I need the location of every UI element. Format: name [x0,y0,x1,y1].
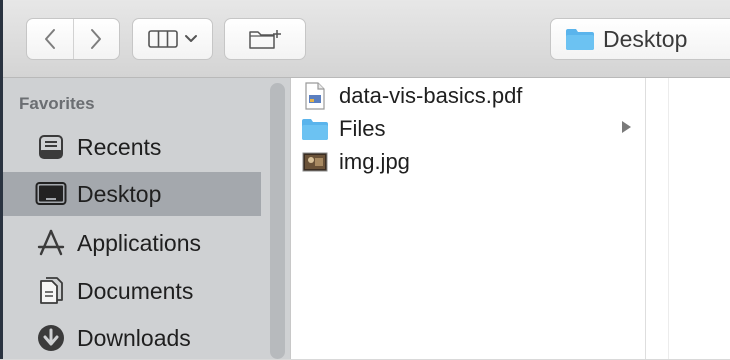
file-row-image[interactable]: img.jpg [301,145,641,178]
sidebar-item-label: Applications [77,229,202,256]
folder-icon [301,115,329,143]
sidebar-section-heading: Favorites [19,94,95,113]
sidebar-item-label: Recents [77,133,162,160]
sidebar-item-applications[interactable]: Applications [3,221,261,265]
back-button[interactable] [27,19,73,59]
column-view-icon [147,30,178,48]
pdf-file-icon [301,81,329,110]
file-name: Files [339,115,386,141]
documents-icon [35,275,67,307]
file-row-folder[interactable]: Files [301,112,641,145]
chevron-down-icon [184,35,197,42]
sidebar-item-documents[interactable]: Documents [3,269,261,313]
image-file-icon [301,148,329,176]
path-popup-button[interactable]: Desktop [550,18,730,60]
view-options-button[interactable] [132,18,213,60]
back-forward-group [26,18,120,60]
disclosure-arrow-icon [622,121,631,133]
sidebar: Favorites Recents Desktop Applications D… [3,78,290,359]
column-divider [668,78,669,359]
finder-toolbar: Desktop [3,0,730,78]
file-name: img.jpg [339,148,410,174]
sidebar-item-label: Desktop [77,180,162,207]
file-column: data-vis-basics.pdf Files img.jpg [290,78,645,359]
file-row-pdf[interactable]: data-vis-basics.pdf [301,79,641,112]
sidebar-item-recents[interactable]: Recents [3,125,261,169]
sidebar-item-downloads[interactable]: Downloads [3,316,261,360]
forward-button[interactable] [72,19,120,59]
new-folder-icon [249,30,281,49]
chevron-left-icon [44,29,55,49]
applications-icon [35,227,67,259]
next-column [645,78,730,359]
new-folder-button[interactable] [224,18,306,60]
desktop-icon [35,178,67,210]
sidebar-item-label: Documents [77,277,194,304]
folder-icon [566,29,594,50]
downloads-icon [35,322,67,354]
sidebar-item-label: Downloads [77,324,191,351]
sidebar-scrollbar[interactable] [270,83,285,359]
path-label: Desktop [603,25,688,52]
recents-icon [35,131,67,163]
sidebar-item-desktop[interactable]: Desktop [3,172,261,216]
chevron-right-icon [91,29,102,49]
file-name: data-vis-basics.pdf [339,82,523,108]
